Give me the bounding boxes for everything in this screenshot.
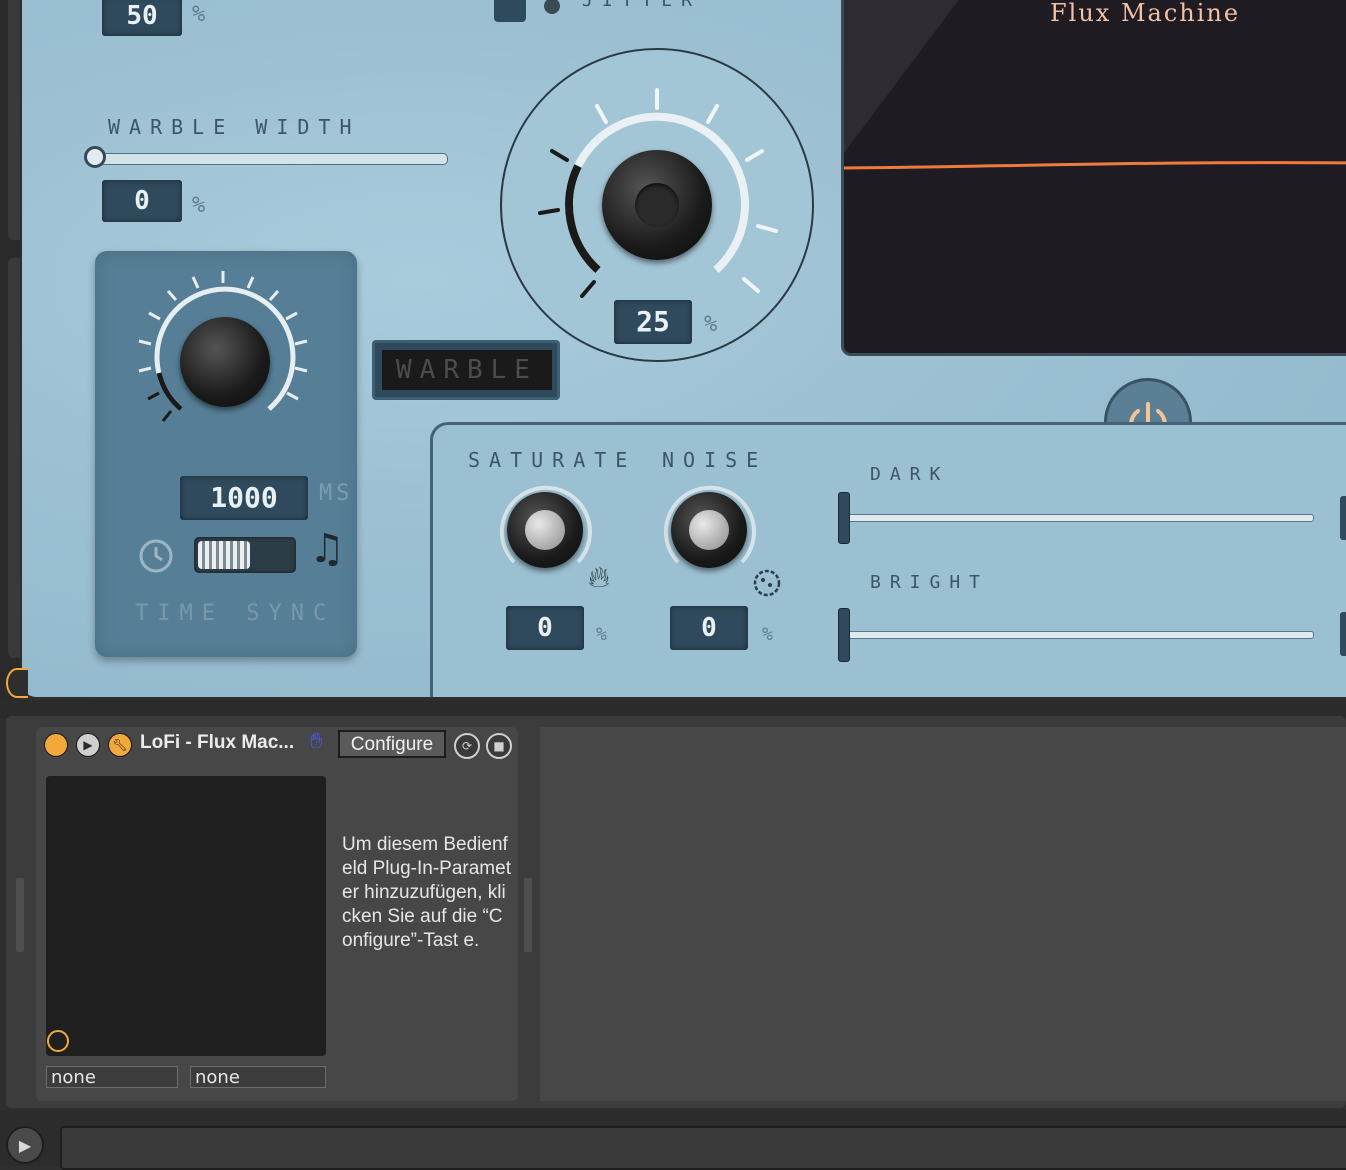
top-value-display[interactable]: 50 bbox=[102, 0, 182, 36]
music-note-icon: ♫ bbox=[309, 526, 345, 572]
waveform-display: Flux Machine bbox=[841, 0, 1346, 356]
noise-cloud-icon bbox=[753, 569, 781, 597]
resize-handle-left[interactable] bbox=[16, 878, 24, 952]
jitter-unit: % bbox=[704, 312, 718, 337]
device-panel: ▶ 🔧︎ LoFi - Flux Mac... ✋︎ Configure ⟳ ■… bbox=[36, 727, 518, 1101]
time-sync-toggle-handle[interactable] bbox=[198, 541, 250, 569]
jitter-toggle[interactable] bbox=[494, 0, 526, 22]
jitter-value[interactable]: 25 bbox=[614, 300, 692, 344]
time-knob[interactable] bbox=[180, 317, 270, 407]
xy-pad[interactable] bbox=[46, 776, 326, 1056]
device-title: LoFi - Flux Mac... bbox=[140, 732, 295, 753]
bright-label: BRIGHT bbox=[870, 572, 990, 593]
top-unit: % bbox=[192, 2, 206, 27]
display-title: Flux Machine bbox=[1050, 0, 1241, 27]
dark-slider-track[interactable] bbox=[844, 514, 1314, 522]
dark-slider-end bbox=[1340, 496, 1346, 540]
time-value[interactable]: 1000 bbox=[180, 476, 308, 520]
flame-icon: 🔥︎ bbox=[588, 560, 611, 595]
waveform-line bbox=[844, 161, 1346, 170]
resize-handle-right[interactable] bbox=[524, 878, 532, 952]
bright-slider-track[interactable] bbox=[844, 631, 1314, 639]
saturate-label: SATURATE bbox=[468, 448, 637, 472]
noise-label: NOISE bbox=[662, 448, 768, 472]
jitter-label: JITTER bbox=[582, 0, 702, 11]
noise-unit: % bbox=[762, 624, 773, 645]
warble-width-value[interactable]: 0 bbox=[102, 180, 182, 222]
dark-slider-handle[interactable] bbox=[838, 492, 850, 544]
configure-button[interactable]: Configure bbox=[338, 730, 446, 758]
refresh-icon[interactable]: ⟳ bbox=[454, 733, 480, 759]
save-icon[interactable]: ■ bbox=[486, 733, 512, 759]
bright-slider-handle[interactable] bbox=[838, 608, 850, 662]
device-info-text: Um diesem Bedienfeld Plug-In-Paramet er … bbox=[342, 834, 511, 951]
saturate-unit: % bbox=[596, 624, 607, 645]
noise-value[interactable]: 0 bbox=[670, 606, 748, 650]
plugin-surface: 50 % JITTER WARBLE WIDTH 0 % 25 % WARBLE bbox=[22, 0, 1346, 697]
param-y-select[interactable]: none bbox=[190, 1066, 326, 1088]
jitter-knob-center bbox=[635, 183, 679, 227]
noise-knob-cap bbox=[689, 510, 729, 550]
play-clip-button[interactable]: ▶ bbox=[6, 1126, 44, 1164]
left-strip-mid bbox=[8, 258, 20, 658]
device-on-button[interactable] bbox=[44, 733, 68, 757]
dark-label: DARK bbox=[870, 464, 950, 485]
warble-width-slider-track[interactable] bbox=[92, 153, 448, 165]
xy-pad-handle[interactable] bbox=[47, 1030, 69, 1052]
jitter-led bbox=[544, 0, 560, 14]
saturate-value[interactable]: 0 bbox=[506, 606, 584, 650]
display-reflection bbox=[844, 0, 964, 153]
warble-width-label: WARBLE WIDTH bbox=[108, 115, 361, 139]
hand-icon: ✋︎ bbox=[310, 729, 323, 754]
time-sync-panel: 1000 MS ♫ TIME SYNC bbox=[95, 251, 357, 657]
play-icon[interactable]: ▶ bbox=[76, 733, 100, 757]
time-unit: MS bbox=[319, 481, 354, 506]
param-x-select[interactable]: none bbox=[46, 1066, 178, 1088]
warble-width-unit: % bbox=[192, 193, 206, 218]
saturate-knob-cap bbox=[525, 510, 565, 550]
time-sync-label: TIME SYNC bbox=[135, 601, 336, 626]
warble-button-label: WARBLE bbox=[382, 350, 552, 390]
clock-icon bbox=[139, 539, 173, 573]
wrench-icon[interactable]: 🔧︎ bbox=[108, 733, 132, 757]
left-strip-top bbox=[8, 0, 20, 240]
device-chain-empty-area bbox=[540, 727, 1346, 1101]
warble-width-slider-handle[interactable] bbox=[84, 146, 106, 168]
status-bar bbox=[60, 1126, 1346, 1170]
device-active-indicator[interactable] bbox=[6, 668, 28, 698]
bright-slider-end bbox=[1340, 612, 1346, 656]
